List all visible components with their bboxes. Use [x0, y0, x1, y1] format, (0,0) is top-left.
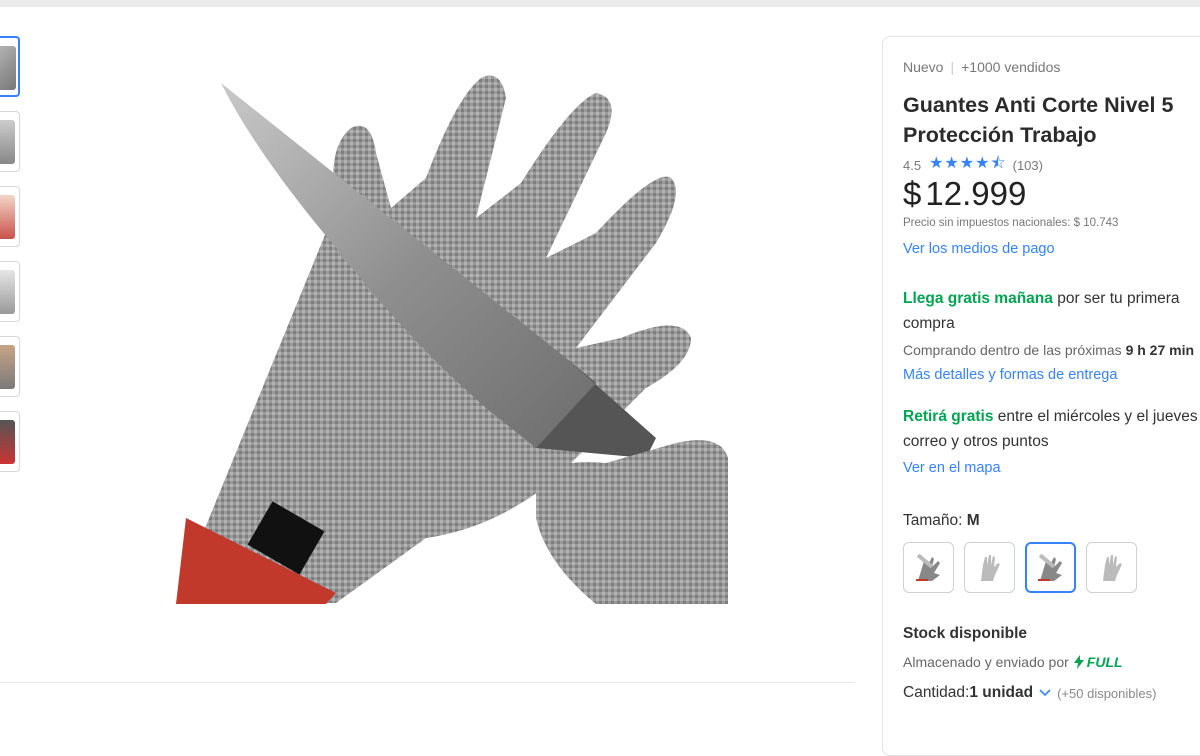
top-bar [0, 0, 1200, 7]
buy-within-prefix: Comprando dentro de las próximas [903, 342, 1126, 358]
thumbnail-3[interactable] [0, 186, 20, 247]
size-label: Tamaño: M [903, 512, 980, 530]
buy-box: Nuevo | +1000 vendidos Guantes Anti Corte … [882, 36, 1200, 756]
buy-within: Comprando dentro de las próximas 9 h 27 … [903, 342, 1194, 358]
stock-title: Stock disponible [903, 625, 1028, 642]
condition-label: Nuevo [903, 59, 944, 75]
quantity-selector[interactable]: Cantidad: 1 unidad (+50 disponibles) [903, 684, 1156, 702]
quantity-value[interactable]: 1 unidad [969, 684, 1033, 702]
shipping-line-1: Llega gratis mañana por ser tu primera [903, 290, 1180, 308]
size-label-text: Tamaño: [903, 512, 967, 529]
price-value: 12.999 [925, 175, 1027, 212]
rating-value: 4.5 [903, 158, 922, 173]
buy-within-time: 9 h 27 min [1125, 342, 1195, 358]
delivery-details-link[interactable]: Más detalles y formas de entrega [903, 367, 1117, 383]
currency-symbol: $ [903, 175, 922, 212]
shipping-rest: por ser tu primera [1052, 290, 1180, 307]
thumbnail-4[interactable] [0, 261, 20, 322]
thumbnail-2[interactable] [0, 111, 20, 172]
glove-icon [1037, 553, 1062, 581]
glove-icon [980, 554, 1000, 581]
pickup-free-label: Retirá gratis [903, 408, 994, 425]
map-link[interactable]: Ver en el mapa [903, 460, 1001, 476]
title-line-1: Guantes Anti Corte Nivel 5 [903, 93, 1174, 117]
glove-right [536, 440, 728, 604]
product-title: Guantes Anti Corte Nivel 5 Protección Tr… [903, 90, 1173, 150]
title-line-2: Protección Trabajo [903, 123, 1097, 147]
pickup-line-2: correo y otros puntos [903, 433, 1049, 450]
thumbnail-1[interactable] [0, 36, 20, 97]
bolt-icon [1073, 655, 1084, 669]
payment-methods-link[interactable]: Ver los medios de pago [903, 241, 1055, 257]
size-option-4[interactable] [1086, 542, 1137, 593]
thumbnail-5[interactable] [0, 336, 20, 397]
sold-count: +1000 vendidos [961, 59, 1061, 75]
quantity-available: (+50 disponibles) [1057, 685, 1157, 701]
quantity-label: Cantidad: [903, 684, 970, 701]
price: $12.999 [903, 175, 1026, 213]
review-count[interactable]: (103) [1013, 158, 1043, 173]
size-options [903, 542, 1137, 593]
free-shipping-label: Llega gratis mañana [903, 290, 1053, 307]
stored-prefix: Almacenado y enviado por [903, 654, 1069, 670]
stored-by: Almacenado y enviado por FULL [903, 654, 1123, 670]
meta-separator: | [950, 59, 955, 75]
pickup-line-1: Retirá gratis entre el miércoles y el ju… [903, 408, 1200, 426]
product-meta: Nuevo | +1000 vendidos [903, 59, 1060, 75]
thumbnail-6[interactable] [0, 411, 20, 472]
pickup-rest: entre el miércoles y el jueves en [993, 408, 1200, 425]
size-selected: M [966, 512, 980, 529]
divider [0, 682, 855, 683]
glove-icon [1102, 554, 1122, 581]
product-image[interactable] [176, 58, 728, 604]
shipping-line-2: compra [903, 315, 955, 332]
glove-icon [915, 553, 940, 581]
thumbnail-strip [0, 36, 24, 486]
tax-note: Precio sin impuestos nacionales: $ 10.74… [903, 217, 1119, 229]
size-option-3[interactable] [1025, 542, 1076, 593]
chevron-down-icon[interactable] [1039, 689, 1051, 697]
size-option-1[interactable] [903, 542, 954, 593]
full-badge: FULL [1086, 654, 1123, 670]
size-option-2[interactable] [964, 542, 1015, 593]
